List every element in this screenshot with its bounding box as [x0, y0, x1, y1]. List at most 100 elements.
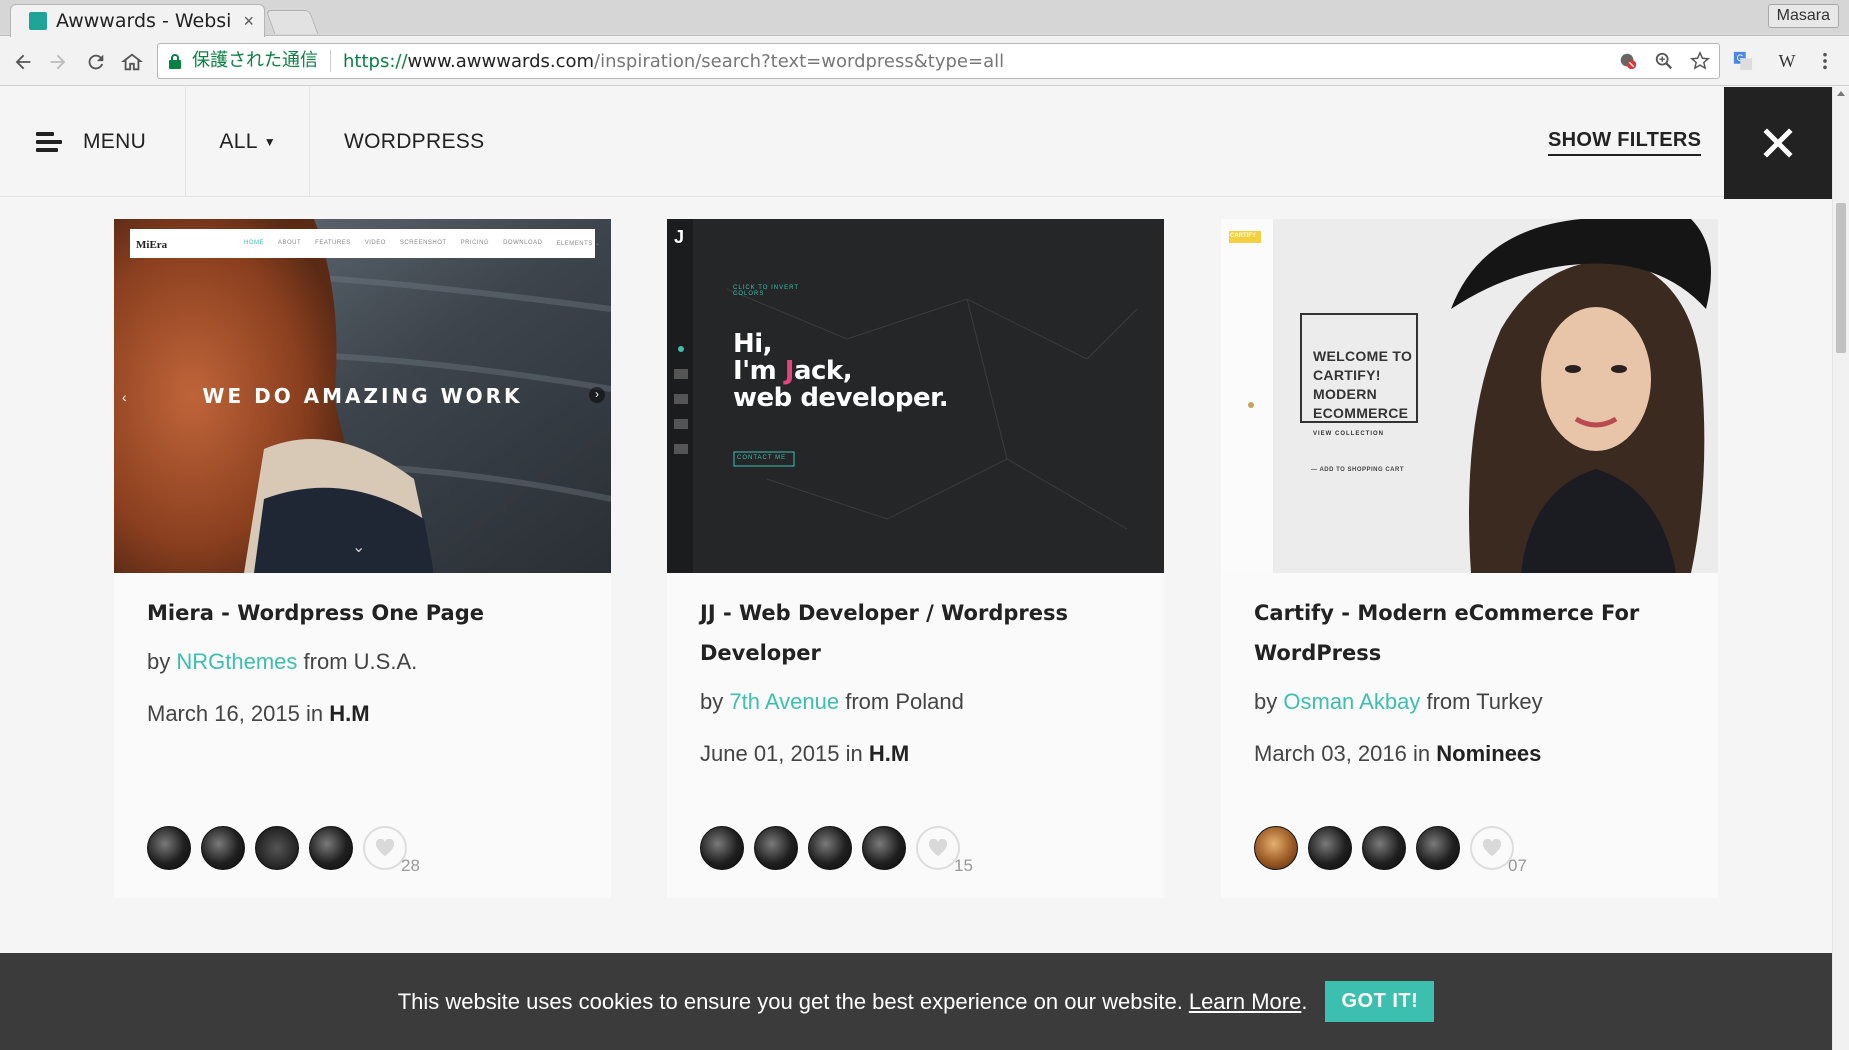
avatar[interactable]: [1416, 826, 1460, 870]
avatar[interactable]: [1254, 826, 1298, 870]
like-count: 15: [954, 856, 973, 875]
site-card[interactable]: J CLICK TO INVERT COLORS Hi, I'm Jack, w…: [667, 219, 1164, 898]
tab-close-icon[interactable]: ×: [243, 11, 254, 32]
thumb-nav-item: HOME: [244, 240, 264, 246]
site-header: MENU ALL ▼ WORDPRESS SHOW FILTERS: [0, 87, 1832, 199]
site-thumbnail[interactable]: J CLICK TO INVERT COLORS Hi, I'm Jack, w…: [667, 219, 1164, 573]
back-button[interactable]: [9, 48, 37, 76]
scrollbar-thumb[interactable]: [1836, 203, 1846, 353]
author-link[interactable]: 7th Avenue: [729, 689, 839, 714]
in-label: in: [1413, 741, 1431, 766]
bookmark-star-icon[interactable]: [1689, 50, 1711, 72]
card-title[interactable]: Miera - Wordpress One Page: [147, 593, 587, 633]
author-link[interactable]: NRGthemes: [176, 649, 297, 674]
like-count: 07: [1508, 856, 1527, 875]
thumb-next-icon: ›: [589, 387, 605, 403]
card-date-line: March 16, 2015 in H.M: [147, 699, 587, 729]
avatar[interactable]: [700, 826, 744, 870]
card-body: JJ - Web Developer / Wordpress Developer…: [700, 593, 1140, 769]
site-thumbnail[interactable]: MiEra HOME ABOUT FEATURES VIDEO SCREENSH…: [114, 219, 611, 573]
avatar[interactable]: [754, 826, 798, 870]
caret-down-icon: ▼: [263, 135, 276, 149]
zoom-icon[interactable]: [1653, 50, 1675, 72]
thumb-nav-item: PRICING: [460, 240, 490, 246]
wikipedia-extension-icon[interactable]: W: [1774, 48, 1800, 74]
thumb-welcome-box: WELCOME TO CARTIFY! MODERN ECOMMERCE VIE…: [1313, 347, 1412, 444]
thumb-greeting: Hi, I'm Jack, web developer.: [733, 331, 949, 413]
secure-connection-label: 保護された通信: [192, 50, 331, 72]
like-button[interactable]: 07: [1470, 826, 1527, 875]
card-author-line: by 7th Avenue from Poland: [700, 687, 1140, 717]
author-link[interactable]: Osman Akbay: [1283, 689, 1420, 714]
avatar[interactable]: [808, 826, 852, 870]
like-button[interactable]: 28: [363, 826, 420, 875]
search-term[interactable]: WORDPRESS: [344, 87, 484, 197]
thumb-click-text: CLICK TO INVERT COLORS: [733, 285, 799, 297]
card-title[interactable]: JJ - Web Developer / Wordpress Developer: [700, 593, 1140, 673]
show-filters-button[interactable]: SHOW FILTERS: [1548, 87, 1702, 197]
avatar[interactable]: [862, 826, 906, 870]
avatar[interactable]: [201, 826, 245, 870]
scroll-up-arrow-icon[interactable]: [1837, 91, 1845, 96]
card-date-line: March 03, 2016 in Nominees: [1254, 739, 1694, 769]
heart-icon: [375, 839, 395, 857]
thumb-logo: J: [674, 227, 685, 247]
thumb-nav: HOME ABOUT FEATURES VIDEO SCREENSHOT PRI…: [244, 240, 600, 247]
card-date: March 03, 2016: [1254, 741, 1407, 766]
thumb-greeting-line3: web developer.: [733, 383, 949, 413]
blocked-content-icon[interactable]: [1617, 50, 1639, 72]
avatar[interactable]: [1362, 826, 1406, 870]
like-count: 28: [401, 856, 420, 875]
learn-more-link[interactable]: Learn More: [1189, 989, 1302, 1015]
thumb-logo: CARTIFY: [1230, 233, 1256, 239]
in-label: in: [306, 701, 324, 726]
address-bar[interactable]: 保護された通信 https://www.awwwards.com/inspira…: [157, 43, 1720, 79]
browser-menu-icon[interactable]: [1812, 48, 1838, 74]
site-card[interactable]: MiEra HOME ABOUT FEATURES VIDEO SCREENSH…: [114, 219, 611, 898]
close-search-button[interactable]: [1724, 87, 1832, 199]
by-label: by: [147, 649, 171, 674]
by-label: by: [700, 689, 724, 714]
page-scrollbar[interactable]: [1832, 87, 1849, 1050]
page-viewport: MENU ALL ▼ WORDPRESS SHOW FILTERS MiEra …: [0, 87, 1832, 1050]
author-origin: from U.S.A.: [303, 649, 418, 674]
cookie-period: .: [1301, 988, 1308, 1014]
thumb-nav-item: ELEMENTS ⌄: [556, 241, 601, 247]
reload-button[interactable]: [82, 48, 110, 76]
menu-button[interactable]: MENU: [0, 87, 186, 197]
browser-toolbar: 保護された通信 https://www.awwwards.com/inspira…: [0, 37, 1849, 86]
thumb-nav-item: DOWNLOAD: [503, 240, 543, 246]
like-button[interactable]: 15: [916, 826, 973, 875]
site-card[interactable]: CARTIFY WELCOME TO CARTIFY! MODERN ECOMM…: [1221, 219, 1718, 898]
thumb-box-line: MODERN: [1313, 386, 1378, 402]
avatar[interactable]: [147, 826, 191, 870]
heart-icon: [1482, 839, 1502, 857]
url-host: www.awwwards.com: [407, 50, 595, 72]
browser-tabstrip: Awwwards - Websi × Masara: [0, 0, 1849, 37]
browser-tab[interactable]: Awwwards - Websi ×: [10, 4, 265, 37]
avatar[interactable]: [309, 826, 353, 870]
profile-button[interactable]: Masara: [1767, 4, 1839, 28]
close-icon: [1763, 128, 1793, 158]
home-icon: [121, 53, 143, 71]
home-button[interactable]: [118, 48, 146, 76]
cookie-message: This website uses cookies to ensure you …: [397, 988, 1183, 1014]
url-scheme: https://: [343, 50, 408, 72]
type-filter-dropdown[interactable]: ALL ▼: [186, 87, 310, 197]
author-origin: from Turkey: [1426, 689, 1543, 714]
new-tab-button[interactable]: [265, 10, 319, 34]
hamburger-icon: [36, 132, 62, 152]
accept-cookies-button[interactable]: GOT IT!: [1325, 981, 1435, 1022]
translate-extension-icon[interactable]: G: [1730, 48, 1756, 74]
card-title[interactable]: Cartify - Modern eCommerce For WordPress: [1254, 593, 1694, 673]
in-label: in: [845, 741, 863, 766]
forward-button[interactable]: [44, 48, 72, 76]
avatar[interactable]: [255, 826, 299, 870]
menu-label: MENU: [83, 130, 147, 153]
search-term-label: WORDPRESS: [344, 130, 485, 153]
avatar[interactable]: [1308, 826, 1352, 870]
thumb-nav-item: ABOUT: [278, 240, 302, 246]
jury-voters: 28: [147, 826, 420, 875]
site-thumbnail[interactable]: CARTIFY WELCOME TO CARTIFY! MODERN ECOMM…: [1221, 219, 1718, 573]
url-path: /inspiration/search?text=wordpress&type=…: [594, 50, 1005, 72]
